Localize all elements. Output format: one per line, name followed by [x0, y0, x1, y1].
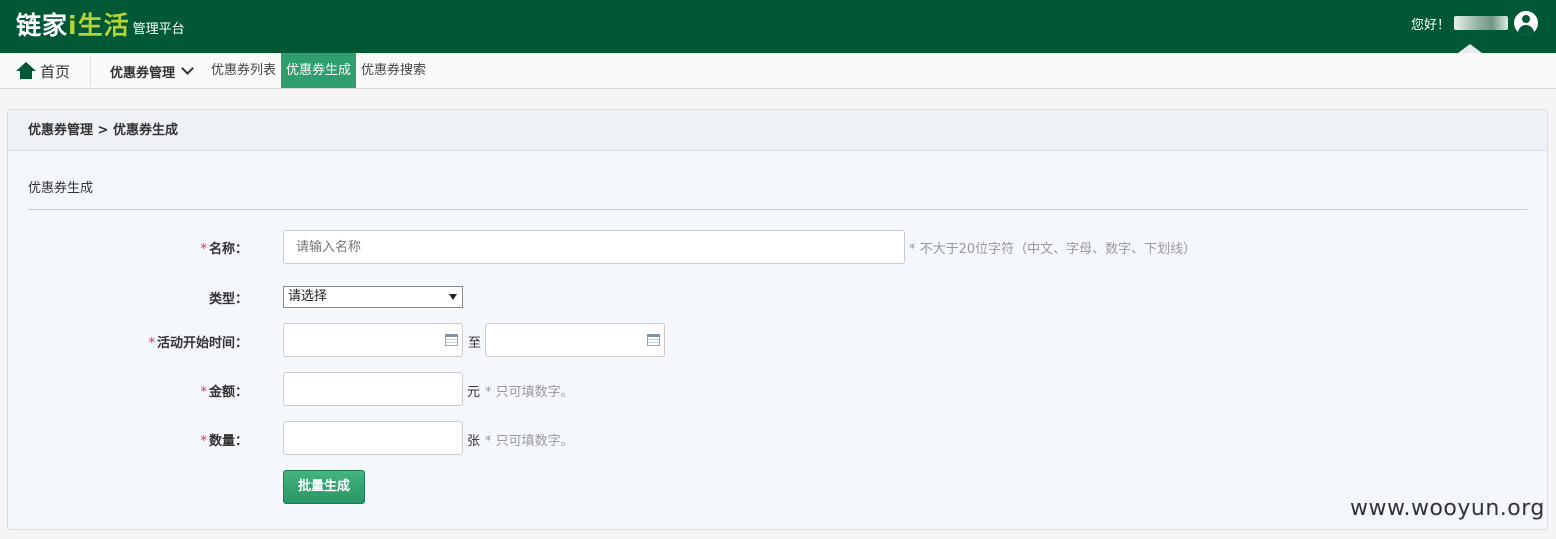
tab-coupon-search[interactable]: 优惠券搜索 — [356, 53, 431, 88]
type-select-value: 请选择 — [288, 289, 328, 304]
top-header: 链家 i生活 管理平台 您好！ — [0, 0, 1556, 53]
greeting-text: 您好！ — [1410, 17, 1450, 33]
nav-divider — [90, 56, 91, 86]
app-logo[interactable]: 链家 i生活 管理平台 — [16, 8, 185, 42]
nav-group-coupon-management[interactable]: 优惠券管理 — [110, 53, 194, 89]
date-range-separator: 至 — [468, 336, 482, 351]
name-input[interactable] — [283, 230, 905, 264]
amount-unit: 元 — [467, 385, 481, 400]
amount-label: * 金额： — [48, 381, 248, 400]
start-date-input[interactable] — [283, 323, 463, 357]
chevron-down-icon — [181, 62, 194, 75]
logo-accent-text: i生活 — [68, 11, 130, 40]
watermark-text: www.wooyun.org — [1350, 496, 1545, 521]
batch-generate-button[interactable]: 批量生成 — [283, 470, 365, 504]
start-time-label: * 活动开始时间： — [48, 332, 248, 351]
calendar-icon[interactable] — [647, 334, 660, 346]
user-avatar-icon[interactable] — [1514, 11, 1538, 35]
section-title: 优惠券生成 — [28, 181, 94, 196]
breadcrumb: 优惠券管理 > 优惠券生成 — [8, 110, 1547, 151]
amount-label-text: 金额： — [208, 385, 248, 400]
main-panel: 优惠券管理 > 优惠券生成 优惠券生成 *名称： * 不大于20位字符（中文、字… — [7, 109, 1548, 530]
amount-hint: * 只可填数字。 — [485, 385, 574, 400]
nav-bar: 首页 优惠券管理 优惠券列表 优惠券生成 优惠券搜索 — [0, 53, 1556, 89]
required-mark: * — [200, 242, 207, 257]
username-redacted — [1454, 16, 1508, 30]
calendar-icon[interactable] — [445, 334, 458, 346]
quantity-label-text: 数量： — [208, 434, 248, 449]
type-select[interactable]: 请选择 — [283, 286, 463, 308]
name-label: * 名称： — [48, 238, 248, 257]
name-label-text: 名称： — [208, 242, 248, 257]
home-label: 首页 — [40, 62, 71, 81]
logo-subtitle: 管理平台 — [132, 22, 185, 37]
amount-input[interactable] — [283, 372, 463, 406]
logo-main-text: 链家 — [16, 11, 69, 40]
dropdown-caret-icon — [1458, 44, 1482, 53]
home-icon — [16, 62, 36, 80]
required-mark: * — [200, 434, 207, 449]
tab-coupon-list[interactable]: 优惠券列表 — [206, 53, 281, 88]
nav-group-label: 优惠券管理 — [110, 65, 176, 81]
nav-home-link[interactable]: 首页 — [16, 53, 70, 89]
user-menu[interactable]: 您好！ — [1411, 11, 1538, 35]
quantity-input[interactable] — [283, 421, 463, 455]
name-hint: * 不大于20位字符（中文、字母、数字、下划线） — [909, 242, 1197, 257]
quantity-label: * 数量： — [48, 430, 248, 449]
section-divider — [28, 209, 1527, 210]
type-label: 类型： — [208, 292, 248, 307]
quantity-hint: * 只可填数字。 — [485, 434, 574, 449]
select-arrow-icon — [449, 294, 457, 300]
required-mark: * — [148, 336, 155, 351]
required-mark: * — [200, 385, 207, 400]
quantity-unit: 张 — [467, 434, 481, 449]
end-date-input[interactable] — [485, 323, 665, 357]
tab-coupon-generate[interactable]: 优惠券生成 — [281, 53, 357, 88]
start-time-label-text: 活动开始时间： — [156, 336, 248, 351]
